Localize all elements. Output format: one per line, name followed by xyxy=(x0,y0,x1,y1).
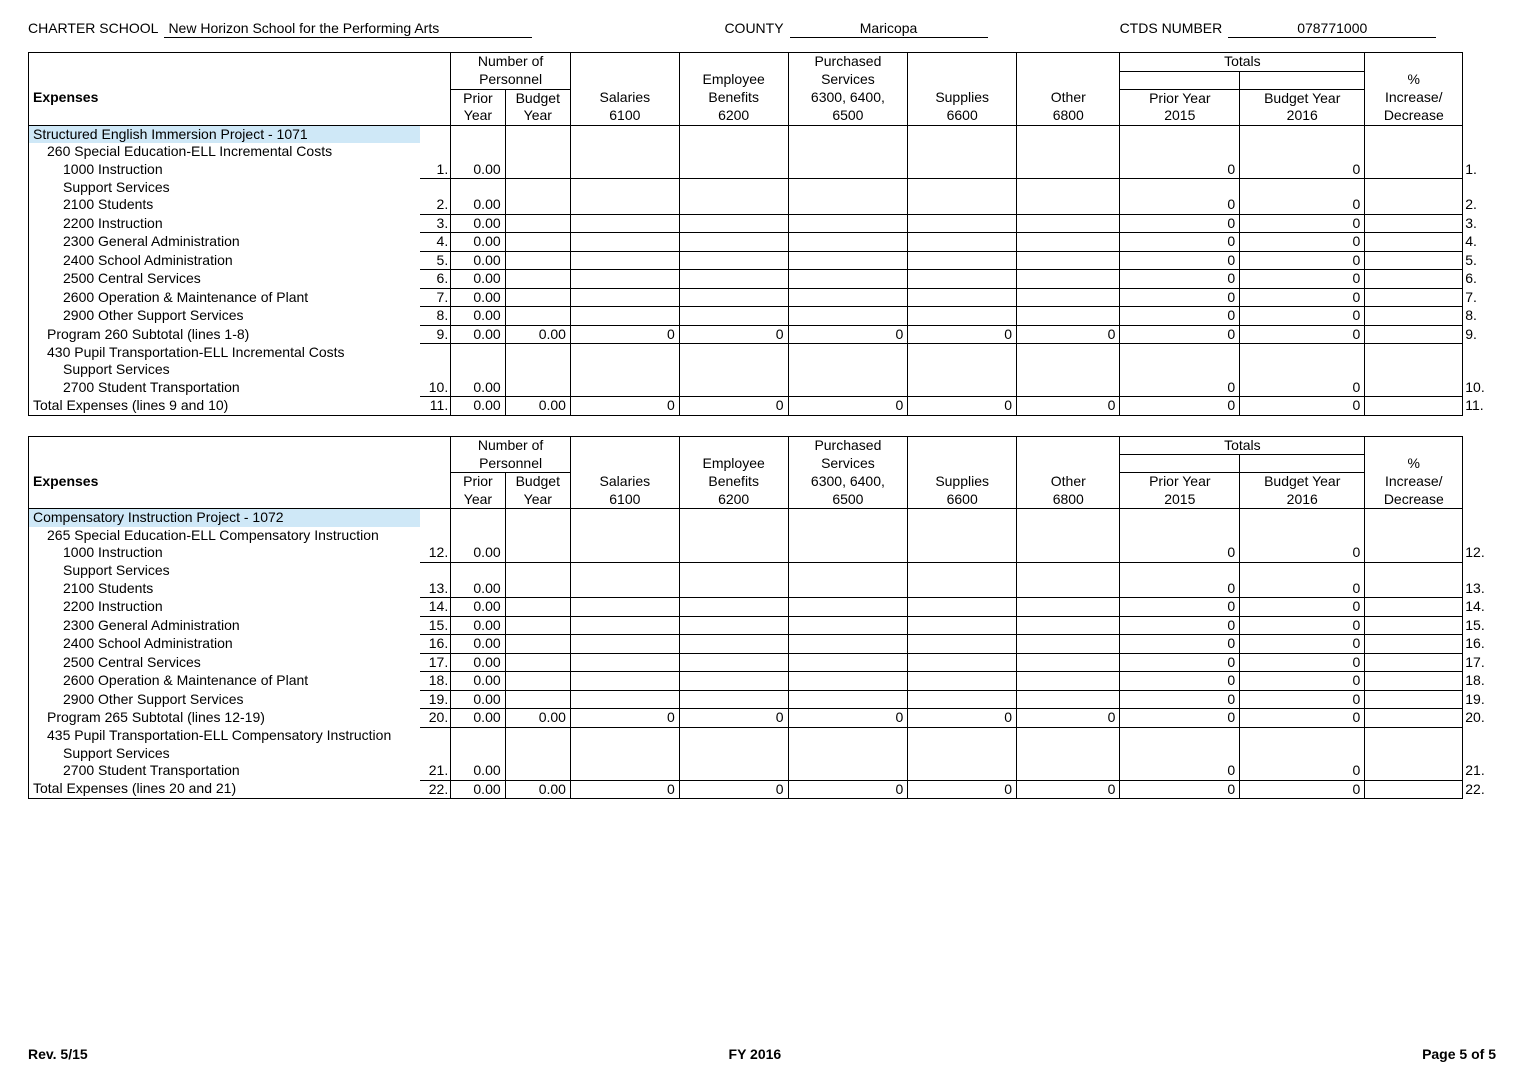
table-row: 1000 Instruction 12. 0.00 0 0 12. xyxy=(29,544,1496,562)
ctds-number: 078771000 xyxy=(1228,20,1436,38)
section-row: 435 Pupil Transportation-ELL Compensator… xyxy=(29,727,1496,745)
table-row: 2200 Instruction 14. 0.00 0 0 14. xyxy=(29,598,1496,617)
header-row: Number of Purchased Totals xyxy=(29,53,1496,72)
project-row: Compensatory Instruction Project - 1072 xyxy=(29,509,1496,527)
header-row: Personnel Employee Services % xyxy=(29,71,1496,89)
budget-table-1071: Number of Purchased Totals Personnel Emp… xyxy=(28,52,1496,416)
col-purchased: Purchased xyxy=(788,53,908,72)
header-row: Year Year 6100 6200 6500 6600 6800 2015 … xyxy=(29,491,1496,509)
header-row: Number of Purchased Totals xyxy=(29,436,1496,455)
table-row: 2100 Students 13. 0.00 0 0 13. xyxy=(29,580,1496,598)
revision: Rev. 5/15 xyxy=(28,1046,88,1062)
county-name: Maricopa xyxy=(790,20,988,38)
page-number: Page 5 of 5 xyxy=(1422,1046,1496,1062)
table-row: 2500 Central Services 6. 0.00 0 0 6. xyxy=(29,270,1496,289)
county-label: COUNTY xyxy=(724,20,783,36)
table-row: 2500 Central Services 17. 0.00 0 0 17. xyxy=(29,653,1496,672)
section-row: Support Services xyxy=(29,179,1496,197)
table-row: 2900 Other Support Services 19. 0.00 0 0… xyxy=(29,690,1496,709)
table-row: 2300 General Administration 15. 0.00 0 0… xyxy=(29,616,1496,635)
table-row: 2200 Instruction 3. 0.00 0 0 3. xyxy=(29,214,1496,233)
subtotal-row: Program 260 Subtotal (lines 1-8) 9. 0.00… xyxy=(29,325,1496,344)
table-row: 2400 School Administration 16. 0.00 0 0 … xyxy=(29,635,1496,654)
page-footer: Rev. 5/15 FY 2016 Page 5 of 5 xyxy=(28,1046,1496,1062)
table-row: 2600 Operation & Maintenance of Plant 7.… xyxy=(29,288,1496,307)
header-row: Year Year 6100 6200 6500 6600 6800 2015 … xyxy=(29,107,1496,125)
project-row: Structured English Immersion Project - 1… xyxy=(29,125,1496,143)
table-row: 2400 School Administration 5. 0.00 0 0 5… xyxy=(29,251,1496,270)
total-row: Total Expenses (lines 20 and 21) 22. 0.0… xyxy=(29,780,1496,799)
project-title: Compensatory Instruction Project - 1072 xyxy=(29,509,421,527)
col-expenses: Expenses xyxy=(29,89,451,107)
total-row: Total Expenses (lines 9 and 10) 11. 0.00… xyxy=(29,397,1496,416)
col-totals: Totals xyxy=(1120,53,1365,72)
section-row: Support Services xyxy=(29,745,1496,763)
form-header: CHARTER SCHOOL New Horizon School for th… xyxy=(28,20,1496,38)
table-row: 2300 General Administration 4. 0.00 0 0 … xyxy=(29,233,1496,252)
project-title: Structured English Immersion Project - 1… xyxy=(29,125,421,143)
section-row: 430 Pupil Transportation-ELL Incremental… xyxy=(29,344,1496,362)
section-row: Support Services xyxy=(29,361,1496,379)
table-row: 1000 Instruction 1. 0.00 0 0 1. xyxy=(29,161,1496,179)
school-label: CHARTER SCHOOL xyxy=(28,20,158,36)
header-row: Expenses Prior Budget Salaries Benefits … xyxy=(29,89,1496,107)
table-row: 2100 Students 2. 0.00 0 0 2. xyxy=(29,196,1496,214)
header-row: Personnel Employee Services % xyxy=(29,455,1496,473)
header-row: Expenses Prior Budget Salaries Benefits … xyxy=(29,473,1496,491)
school-name: New Horizon School for the Performing Ar… xyxy=(164,20,532,38)
table-row: 2700 Student Transportation 21. 0.00 0 0… xyxy=(29,762,1496,780)
table-row: 2700 Student Transportation 10. 0.00 0 0… xyxy=(29,379,1496,397)
table-row: 2600 Operation & Maintenance of Plant 18… xyxy=(29,672,1496,691)
section-row: 260 Special Education-ELL Incremental Co… xyxy=(29,143,1496,161)
ctds-label: CTDS NUMBER xyxy=(1120,20,1223,36)
section-row: 265 Special Education-ELL Compensatory I… xyxy=(29,527,1496,545)
fiscal-year: FY 2016 xyxy=(729,1046,782,1062)
table-row: 2900 Other Support Services 8. 0.00 0 0 … xyxy=(29,307,1496,326)
budget-table-1072: Number of Purchased Totals Personnel Emp… xyxy=(28,436,1496,800)
section-row: Support Services xyxy=(29,562,1496,580)
subtotal-row: Program 265 Subtotal (lines 12-19) 20. 0… xyxy=(29,709,1496,728)
col-personnel: Number of xyxy=(451,53,571,72)
